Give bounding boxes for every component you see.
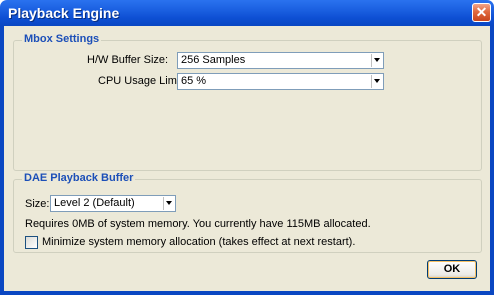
chevron-down-icon[interactable] (371, 54, 382, 67)
chevron-down-icon[interactable] (371, 75, 382, 88)
cpu-usage-label: CPU Usage Limit: (98, 75, 186, 87)
title-bar[interactable]: Playback Engine ✕ (0, 0, 494, 26)
minimize-memory-label[interactable]: Minimize system memory allocation (takes… (42, 236, 355, 248)
cpu-usage-value: 65 % (181, 75, 207, 87)
close-icon[interactable]: ✕ (472, 3, 491, 22)
buffer-level-select[interactable]: Level 2 (Default) (50, 195, 176, 212)
chevron-down-icon[interactable] (163, 197, 174, 210)
cpu-usage-select[interactable]: 65 % (177, 73, 384, 90)
ok-button[interactable]: OK (427, 260, 477, 279)
buffer-level-label: Size: (25, 198, 50, 210)
buffer-size-label: H/W Buffer Size: (87, 54, 169, 66)
memory-info-text: Requires 0MB of system memory. You curre… (25, 218, 371, 230)
buffer-size-select[interactable]: 256 Samples (177, 52, 384, 69)
mbox-settings-title: Mbox Settings (22, 33, 102, 45)
window-title: Playback Engine (8, 5, 120, 21)
buffer-size-value: 256 Samples (181, 54, 246, 66)
buffer-level-value: Level 2 (Default) (54, 197, 135, 209)
minimize-memory-checkbox[interactable] (25, 236, 38, 249)
dialog-client-area: Mbox Settings H/W Buffer Size: 256 Sampl… (4, 26, 490, 291)
playback-engine-window: Playback Engine ✕ Mbox Settings H/W Buff… (0, 0, 494, 295)
dae-playback-buffer-title: DAE Playback Buffer (22, 172, 136, 184)
